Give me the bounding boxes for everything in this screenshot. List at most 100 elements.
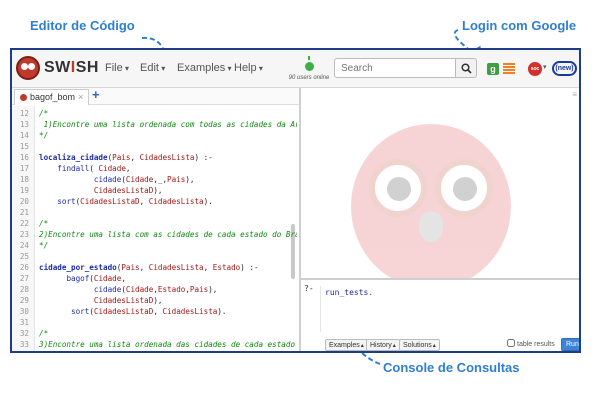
close-tab-icon[interactable]: × <box>78 92 83 102</box>
brand-logo[interactable]: SWISH <box>16 54 98 82</box>
owl-logo-icon <box>16 56 40 80</box>
code-token: ), <box>153 296 163 305</box>
line-number: 29 <box>19 296 29 305</box>
line-number: 24 <box>19 241 29 250</box>
code-token: Cidade <box>125 175 154 184</box>
code-token: /* <box>39 329 49 338</box>
console-callout: Console de Consultas <box>383 360 520 375</box>
code-line-content: */ <box>39 240 48 251</box>
line-number: 15 <box>19 142 29 151</box>
code-line-content: sort(CidadesListaD, CidadesLista). <box>39 306 227 317</box>
code-token: ,_, <box>153 175 168 184</box>
code-token: 1)Encontre uma lista ordenada com todas … <box>39 120 297 129</box>
results-pane: ≡ ?- run_tests. Examples History Solutio… <box>301 88 579 351</box>
code-line-content: 3)Encontre uma lista ordenada das cidade… <box>39 339 297 350</box>
code-token: Estado <box>157 285 186 294</box>
line-number: 16 <box>19 153 29 162</box>
tab-bagof-bom[interactable]: bagof_bom × <box>14 89 90 105</box>
google-login-icon[interactable]: g <box>487 63 499 75</box>
code-token: ). <box>203 197 213 206</box>
add-tab-button[interactable]: + <box>92 87 100 102</box>
code-line-content: bagof(Cidade, <box>39 273 125 284</box>
table-results-toggle[interactable]: table results <box>507 339 555 348</box>
code-editor[interactable]: 12 /* 13 1)Encontre uma lista ordenada com… <box>12 106 297 351</box>
code-token: 3)Encontre uma lista ordenada das cidade… <box>39 340 297 349</box>
line-number: 13 <box>19 120 29 129</box>
code-token: /* <box>39 109 49 118</box>
editor-pane: bagof_bom × + 12 /* 13 1)Encontre uma lista… <box>12 87 301 351</box>
code-token: , <box>125 164 131 173</box>
menu-file[interactable]: File <box>105 62 129 74</box>
code-token: CidadesLista <box>162 307 218 316</box>
line-number: 25 <box>19 252 29 261</box>
code-token: CidadesListaD <box>93 186 154 195</box>
search-input[interactable] <box>334 58 456 78</box>
menu-examples[interactable]: Examples <box>177 62 232 74</box>
table-results-checkbox[interactable] <box>507 339 515 347</box>
code-token: sort <box>57 197 76 206</box>
code-line-content: /* <box>39 218 48 229</box>
line-number: 32 <box>19 329 29 338</box>
code-token: */ <box>39 131 49 140</box>
code-token: ) :- <box>240 263 259 272</box>
code-line-content: /* <box>39 108 48 119</box>
file-icon <box>20 94 27 101</box>
line-number: 14 <box>19 131 29 140</box>
line-number: 20 <box>19 197 29 206</box>
menu-edit[interactable]: Edit <box>140 62 165 74</box>
code-token: ), <box>208 285 218 294</box>
line-number: 27 <box>19 274 29 283</box>
line-number: 17 <box>19 164 29 173</box>
code-token: Pais <box>121 263 140 272</box>
line-number: 18 <box>19 175 29 184</box>
examples-dropdown[interactable]: Examples <box>325 339 368 351</box>
notifications-icon[interactable]: soc <box>528 62 542 76</box>
run-button[interactable]: Run! <box>561 338 579 351</box>
line-number: 31 <box>19 318 29 327</box>
line-number: 33 <box>19 340 29 349</box>
new-badge[interactable]: (new) <box>552 61 577 76</box>
code-token: 2)Encontre uma lista com as cidades de c… <box>39 230 297 239</box>
code-line-content: 1)Encontre uma lista ordenada com todas … <box>39 119 297 130</box>
search-button[interactable] <box>455 58 477 78</box>
users-online-indicator: 90 users online <box>284 53 334 85</box>
code-token: */ <box>39 241 49 250</box>
code-line-content: CidadesListaD), <box>39 295 163 306</box>
code-token: , <box>139 197 149 206</box>
code-token: Cidade <box>93 274 122 283</box>
code-token: /* <box>39 219 49 228</box>
code-token: , <box>203 263 213 272</box>
owl-watermark <box>331 104 531 304</box>
query-input[interactable]: run_tests. <box>320 286 575 332</box>
code-token: CidadesLista <box>148 263 204 272</box>
line-number: 23 <box>19 230 29 239</box>
code-line-content: /* <box>39 328 48 339</box>
line-number: 22 <box>19 219 29 228</box>
code-token: CidadesLista <box>148 197 204 206</box>
code-line-content: sort(CidadesListaD, CidadesLista). <box>39 196 213 207</box>
code-token: cidade <box>93 285 122 294</box>
code-line-content: cidade(Cidade,_,Pais), <box>39 174 195 185</box>
code-token: ). <box>217 307 227 316</box>
solutions-dropdown[interactable]: Solutions <box>399 339 440 351</box>
history-dropdown[interactable]: History <box>366 339 400 351</box>
swish-window: SWISH File Edit Examples Help 90 users o… <box>10 48 581 353</box>
line-number: 19 <box>19 186 29 195</box>
results-menu-icon[interactable]: ≡ <box>572 90 577 99</box>
users-online-count: 90 users online <box>288 75 330 81</box>
online-bulb-icon <box>304 56 314 71</box>
notifications-caret-icon[interactable]: ▾ <box>543 63 547 71</box>
code-token: bagof <box>66 274 90 283</box>
menu-help[interactable]: Help <box>234 62 263 74</box>
code-token: cidade_por_estado <box>39 263 117 272</box>
code-token: Cidade <box>125 285 154 294</box>
stackoverflow-login-icon[interactable] <box>503 62 515 75</box>
code-token: , <box>130 153 140 162</box>
navbar: SWISH File Edit Examples Help 90 users o… <box>12 50 579 88</box>
query-prompt: ?- <box>304 284 314 293</box>
